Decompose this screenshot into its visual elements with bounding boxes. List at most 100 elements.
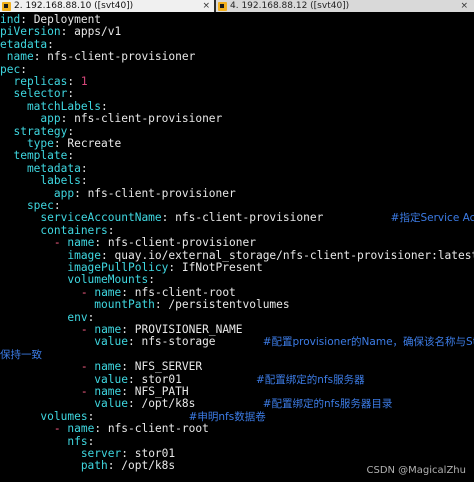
yaml-value: : nfs-client-provisioner: [33, 50, 196, 64]
yaml-key: type: [0, 137, 54, 150]
yaml-value: :: [67, 75, 81, 88]
terminal-line: template:: [0, 149, 74, 162]
yaml-value: : nfs-client-provisioner: [94, 236, 256, 250]
yaml-key: name: [0, 50, 34, 64]
yaml-list-dash: -: [53, 422, 61, 436]
yaml-key: name: [94, 360, 122, 374]
terminal-line: 保持一致: [0, 348, 42, 361]
yaml-value: :: [53, 199, 61, 212]
terminal-line: env:: [0, 311, 94, 324]
yaml-value: : IfNotPresent: [168, 261, 263, 274]
yaml-key: env: [0, 310, 88, 324]
yaml-comment: 保持一致: [0, 348, 42, 361]
yaml-value: : nfs-storage: [127, 335, 263, 349]
watermark: CSDN @MagicalZhu: [366, 465, 466, 476]
terminal-line: image: quay.io/external_storage/nfs-clie…: [0, 249, 474, 262]
terminal-line: selector:: [0, 87, 74, 100]
yaml-value: : Recreate: [53, 137, 122, 150]
yaml-key: matchLabels: [0, 99, 102, 113]
tab-session-4[interactable]: 4. 192.168.88.12 ([svt40]) ×: [216, 0, 474, 12]
yaml-value: [0, 422, 54, 435]
yaml-key: volumes: [0, 409, 88, 423]
yaml-comment: #配置provisioner的Name，确保该名称与St: [262, 336, 474, 349]
yaml-value: :: [101, 99, 108, 113]
yaml-value: : stor01: [127, 372, 256, 386]
terminal-line: spec:: [0, 199, 61, 212]
yaml-key: name: [94, 385, 122, 398]
yaml-key: volumeMounts: [0, 273, 149, 287]
yaml-value: : /persistentvolumes: [154, 298, 290, 312]
terminal-session-icon: [218, 1, 227, 11]
yaml-key: value: [0, 335, 128, 349]
yaml-value: : nfs-client-root: [94, 422, 209, 436]
yaml-value: :: [67, 124, 75, 138]
yaml-value: :: [20, 62, 27, 76]
yaml-value: : stor01: [121, 447, 176, 460]
yaml-key: ind: [0, 13, 21, 26]
yaml-key: selector: [0, 87, 68, 101]
yaml-value: :: [148, 273, 155, 287]
yaml-key: name: [94, 323, 122, 336]
terminal-line: containers:: [0, 223, 115, 237]
yaml-value: : quay.io/external_storage/nfs-client-pr…: [101, 248, 474, 262]
yaml-list-dash: -: [80, 360, 88, 374]
yaml-value: :: [87, 310, 95, 324]
yaml-value: : NFS_SERVER: [121, 360, 203, 374]
yaml-value: [0, 385, 81, 398]
yaml-comment: #配置绑定的nfs服务器目录: [262, 398, 393, 411]
terminal-line: pec:: [0, 63, 27, 76]
yaml-value: [0, 360, 81, 373]
terminal-line: ind: Deployment: [0, 13, 101, 26]
yaml-comment: #指定Service Account: [390, 212, 474, 225]
yaml-key: replicas: [0, 75, 68, 88]
yaml-key: app: [0, 186, 75, 200]
yaml-key: etadata: [0, 37, 48, 51]
yaml-list-dash: -: [53, 236, 61, 250]
yaml-value: : /opt/k8s: [107, 459, 176, 473]
yaml-key: name: [94, 285, 122, 299]
terminal-line: server: stor01: [0, 447, 175, 460]
terminal-session-icon: [2, 1, 11, 11]
terminal-line: name: nfs-client-provisioner: [0, 50, 196, 64]
close-icon[interactable]: ×: [460, 0, 468, 12]
terminal-line: value: nfs-storage #配置provisioner的Name，确…: [0, 335, 474, 348]
terminal-line: path: /opt/k8s: [0, 459, 175, 472]
yaml-value: : Deployment: [20, 13, 102, 26]
yaml-value: : nfs-client-root: [121, 285, 236, 299]
yaml-key: server: [0, 447, 122, 460]
terminal-output[interactable]: ind: Deployment piVersion: apps/v1 etadata…: [0, 12, 474, 482]
tab-bar: 2. 192.168.88.10 ([svt40]) × 4. 192.168.…: [0, 0, 474, 12]
terminal-line: mountPath: /persistentvolumes: [0, 298, 290, 312]
yaml-value: : apps/v1: [60, 25, 122, 39]
yaml-key: path: [0, 459, 108, 473]
tab-session-2[interactable]: 2. 192.168.88.10 ([svt40]) ×: [0, 0, 214, 12]
close-icon[interactable]: ×: [202, 0, 210, 12]
yaml-list-dash: -: [80, 285, 88, 299]
yaml-value: :: [67, 149, 75, 163]
yaml-key: imagePullPolicy: [0, 261, 169, 274]
terminal-line: piVersion: apps/v1: [0, 25, 121, 38]
yaml-key: app: [0, 112, 61, 126]
terminal-line: nfs:: [0, 435, 94, 448]
terminal-line: volumes: #申明nfs数据卷: [0, 409, 266, 423]
terminal-line: app: nfs-client-provisioner: [0, 112, 222, 125]
yaml-key: name: [67, 422, 95, 436]
yaml-key: containers: [0, 223, 108, 237]
yaml-comment: #申明nfs数据卷: [188, 410, 266, 423]
yaml-value: :: [67, 87, 75, 101]
yaml-value: :: [107, 223, 115, 237]
terminal-line: type: Recreate: [0, 137, 121, 150]
terminal-line: - name: nfs-client-root: [0, 422, 209, 435]
terminal-line: volumeMounts:: [0, 273, 155, 286]
yaml-value: :: [47, 37, 54, 51]
yaml-key: serviceAccountName: [0, 211, 162, 225]
yaml-value: : /opt/k8s: [127, 397, 263, 411]
yaml-key: labels: [0, 174, 81, 188]
yaml-key: value: [0, 372, 128, 386]
yaml-number: 1: [80, 75, 88, 88]
terminal-line: matchLabels:: [0, 100, 108, 113]
yaml-key: piVersion: [0, 25, 61, 39]
terminal-line: strategy:: [0, 125, 74, 138]
terminal-line: - name: nfs-client-root: [0, 286, 236, 299]
yaml-value: [0, 236, 54, 249]
